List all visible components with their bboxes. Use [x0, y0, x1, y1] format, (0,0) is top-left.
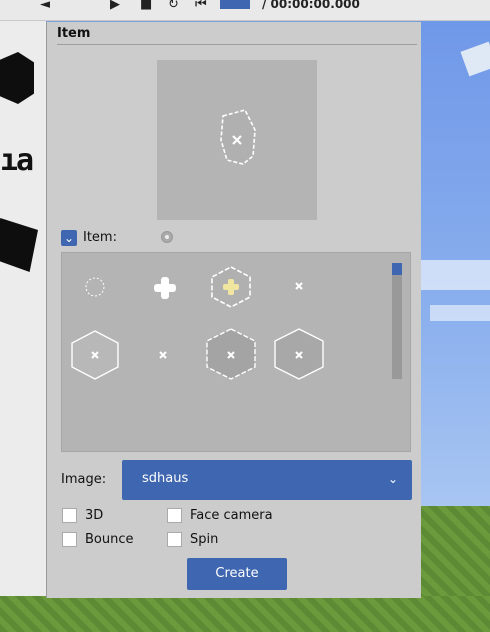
item-indicator-icon[interactable]: [161, 231, 173, 243]
divider: [57, 44, 417, 45]
face-camera-label: Face camera: [190, 508, 273, 523]
grid-item-hex-x-shaded: [206, 328, 256, 380]
face-camera-checkbox[interactable]: [167, 508, 182, 523]
play-icon[interactable]: ▶: [110, 0, 120, 11]
grass-background: [420, 506, 490, 600]
left-scene: ıa: [0, 20, 46, 596]
sky-block: [460, 41, 490, 77]
sky-background: [420, 20, 490, 510]
grid-item-hex-x-dark: [274, 328, 324, 380]
image-select-value: sdhaus: [142, 471, 189, 486]
spin-label: Spin: [190, 532, 219, 547]
chevron-down-icon: ⌄: [387, 472, 398, 486]
step-icon[interactable]: ⏮: [195, 0, 207, 11]
panel-title: Item: [57, 26, 91, 41]
grid-item-tiny-x: [159, 351, 167, 359]
scene-glyph: ıa: [0, 143, 34, 178]
image-label: Image:: [61, 472, 107, 487]
stop-icon[interactable]: ■: [140, 0, 152, 11]
keyframe-button[interactable]: [220, 0, 250, 9]
black-cube: [0, 52, 34, 104]
grid-item-small-x: [295, 282, 303, 290]
loop-icon[interactable]: ↻: [168, 0, 179, 11]
timeline-toolbar: ◄ ▶ ■ ↻ ⏮ / 00:00:00.000: [0, 0, 490, 21]
image-select[interactable]: sdhaus ⌄: [122, 460, 412, 500]
grid-item-hex-x: [71, 330, 119, 380]
grid-scrollbar[interactable]: [392, 263, 402, 379]
rewind-icon[interactable]: ◄: [40, 0, 50, 11]
item-panel: Item ⌄ Item: Image: sdhaus ⌄ 3D Face cam…: [46, 22, 421, 598]
item-grid: [61, 252, 411, 452]
cloud: [420, 260, 490, 290]
grass-ground: [0, 596, 490, 632]
item-label: Item:: [83, 230, 117, 245]
grid-item-dashed-circle: [85, 277, 105, 297]
3d-label: 3D: [85, 508, 104, 523]
bounce-checkbox[interactable]: [62, 532, 77, 547]
preview-item-icon: [220, 109, 256, 165]
timecode: / 00:00:00.000: [262, 0, 360, 11]
grid-item-hex-yellow-plus: [211, 266, 251, 308]
item-expand-toggle[interactable]: ⌄: [61, 230, 77, 246]
grid-scroll-thumb[interactable]: [392, 263, 402, 275]
grid-item-plus: [154, 277, 176, 299]
black-cube: [0, 218, 38, 272]
item-preview: [157, 60, 317, 220]
create-button[interactable]: Create: [187, 558, 287, 590]
spin-checkbox[interactable]: [167, 532, 182, 547]
3d-checkbox[interactable]: [62, 508, 77, 523]
cloud: [430, 305, 490, 321]
bounce-label: Bounce: [85, 532, 134, 547]
